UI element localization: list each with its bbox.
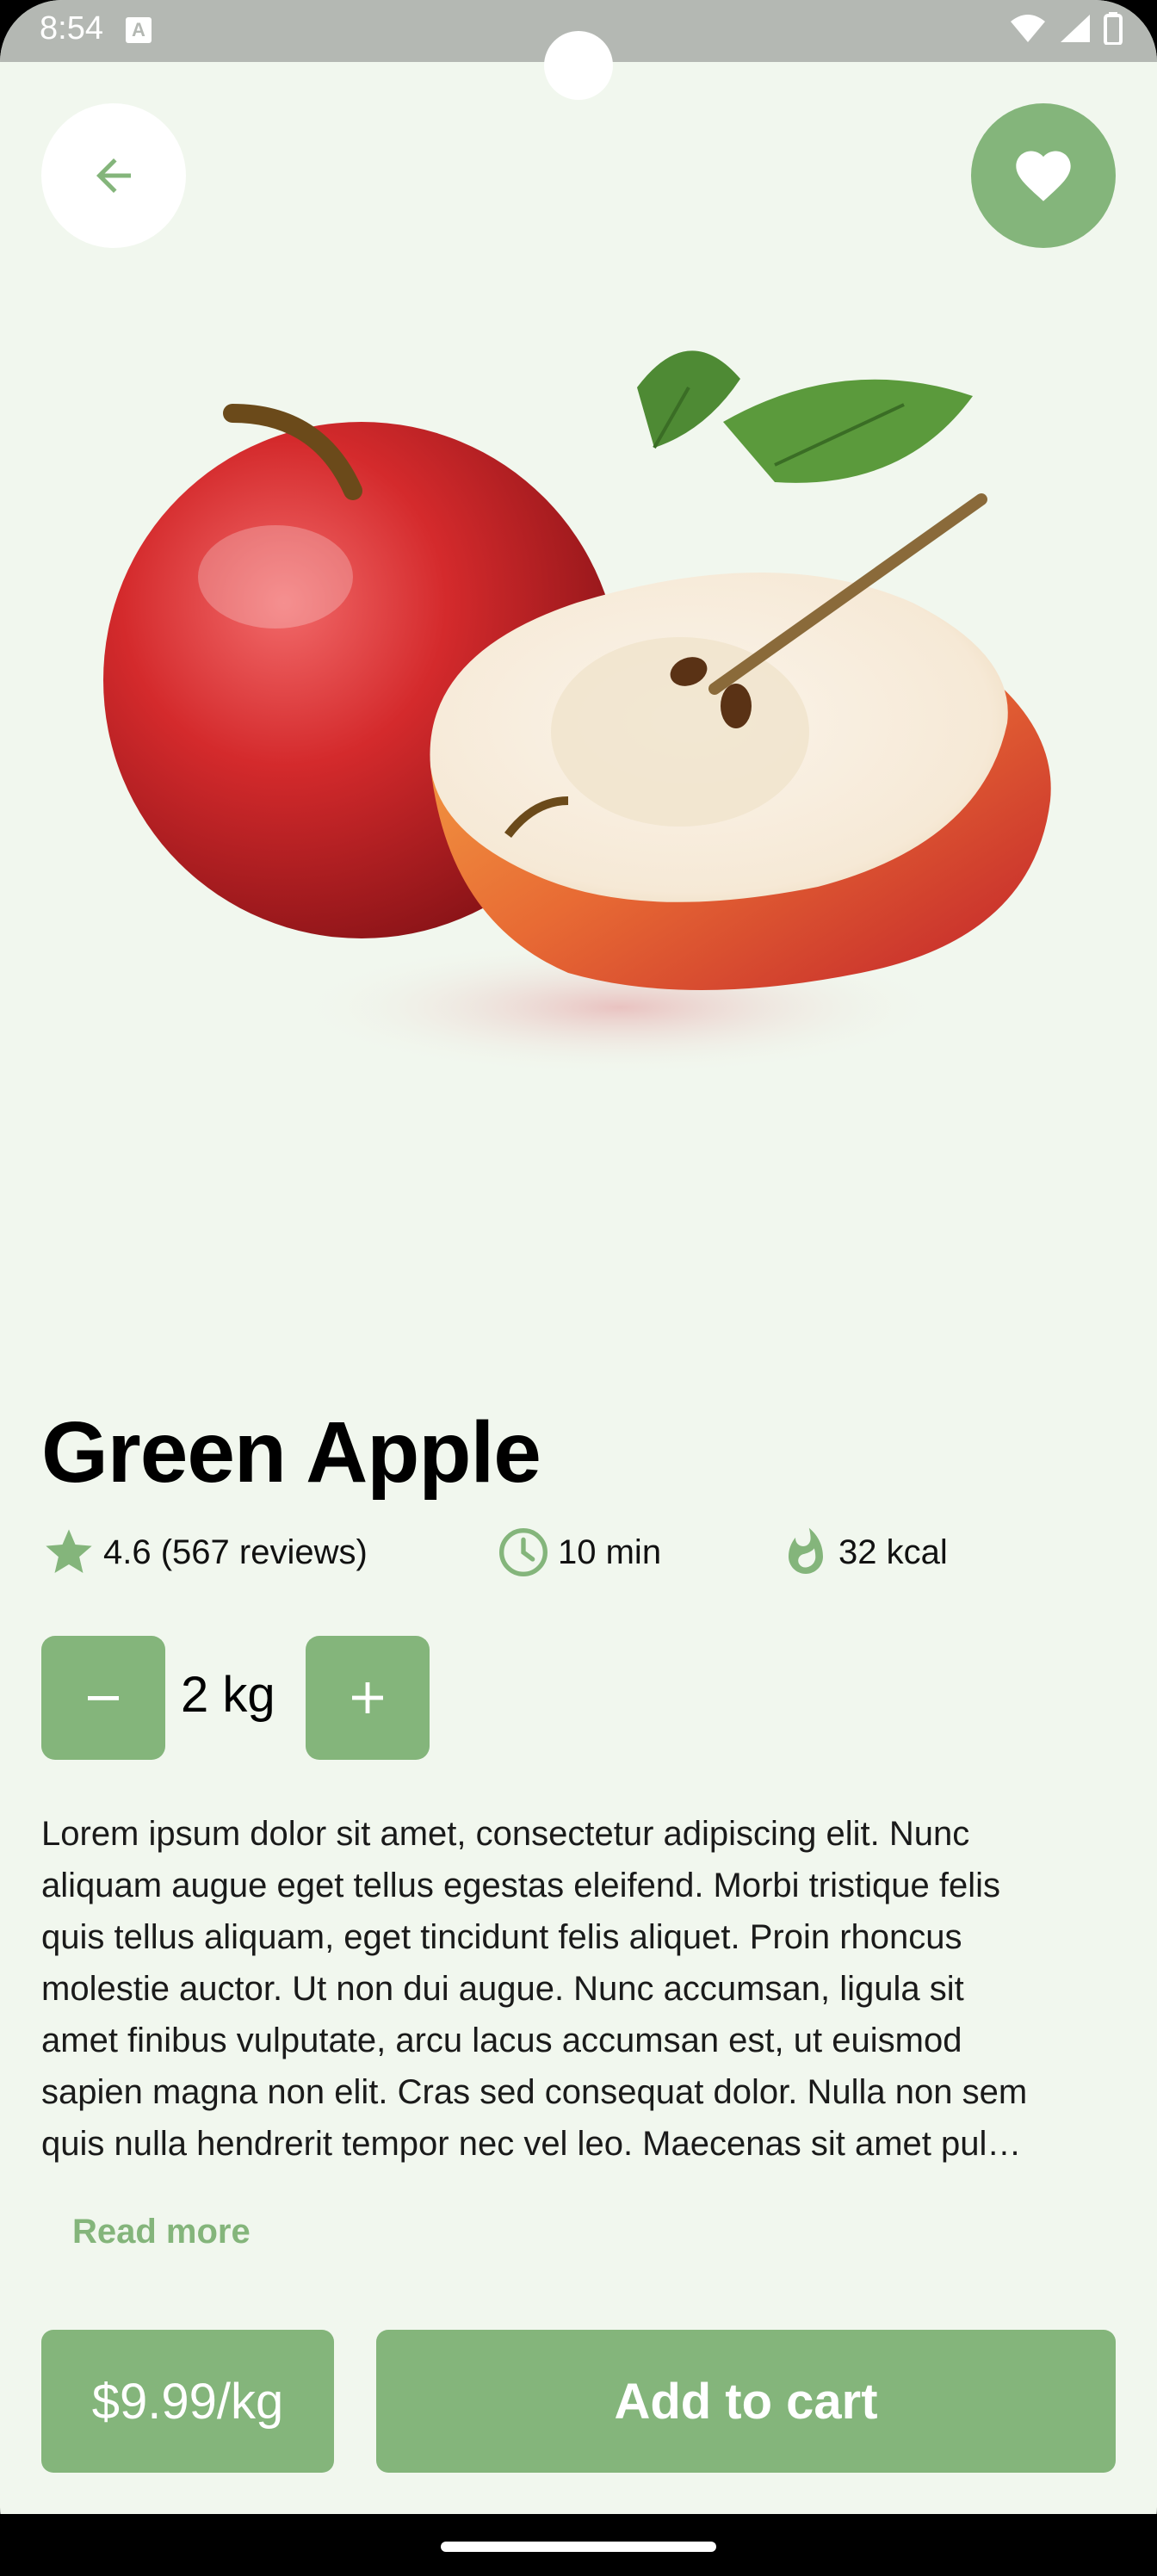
flame-icon xyxy=(789,1527,823,1574)
calorie-text: 32 kcal xyxy=(838,1533,948,1571)
star-icon xyxy=(46,1529,92,1573)
description-line: aliquam augue eget tellus egestas eleife… xyxy=(41,1867,1000,1904)
battery-icon xyxy=(1104,12,1123,45)
status-icons xyxy=(1009,12,1123,45)
back-button[interactable] xyxy=(41,103,186,248)
wifi-icon xyxy=(1011,15,1045,42)
a-notification-icon: A xyxy=(126,17,152,43)
description-line: quis tellus aliquam, eget tincidunt feli… xyxy=(41,1918,962,1956)
camera-cutout xyxy=(544,31,613,100)
time-text: 10 min xyxy=(558,1533,662,1571)
app-screen: 8:54 A Green Apple 4.6 (567 reviews) 10 … xyxy=(0,0,1157,2576)
description-line: molestie auctor. Ut non dui augue. Nunc … xyxy=(41,1970,964,2008)
minus-icon xyxy=(88,1696,119,1700)
description-line: amet finibus vulputate, arcu lacus accum… xyxy=(41,2022,962,2059)
read-more-link[interactable]: Read more xyxy=(72,2213,251,2251)
signal-icon xyxy=(1061,15,1090,42)
home-gesture-handle[interactable] xyxy=(441,2542,716,2552)
product-description: Lorem ipsum dolor sit amet, consectetur … xyxy=(41,1808,1126,2170)
heart-icon xyxy=(1016,151,1071,201)
description-line: sapien magna non elit. Cras sed consequa… xyxy=(41,2073,1028,2111)
clock-icon xyxy=(499,1528,548,1576)
description-line: quis nulla hendrerit tempor nec vel leo.… xyxy=(41,2125,1022,2163)
increase-quantity-button[interactable] xyxy=(306,1636,430,1760)
add-to-cart-button[interactable]: Add to cart xyxy=(376,2330,1116,2473)
price-button[interactable]: $9.99/kg xyxy=(41,2330,334,2473)
calorie-info: 32 kcal xyxy=(780,1522,948,1582)
quantity-value: 2 kg xyxy=(181,1667,275,1723)
time-info: 10 min xyxy=(496,1522,661,1582)
decrease-quantity-button[interactable] xyxy=(41,1636,165,1760)
status-time: 8:54 xyxy=(40,10,103,46)
plus-icon xyxy=(352,1682,383,1713)
product-title: Green Apple xyxy=(41,1404,541,1501)
description-line: Lorem ipsum dolor sit amet, consectetur … xyxy=(41,1815,970,1853)
rating-info: 4.6 (567 reviews) xyxy=(41,1522,368,1582)
arrow-left-icon xyxy=(96,158,131,193)
apple-photo xyxy=(103,350,1051,1076)
favorite-button[interactable] xyxy=(971,103,1116,248)
rating-text: 4.6 (567 reviews) xyxy=(103,1533,368,1571)
